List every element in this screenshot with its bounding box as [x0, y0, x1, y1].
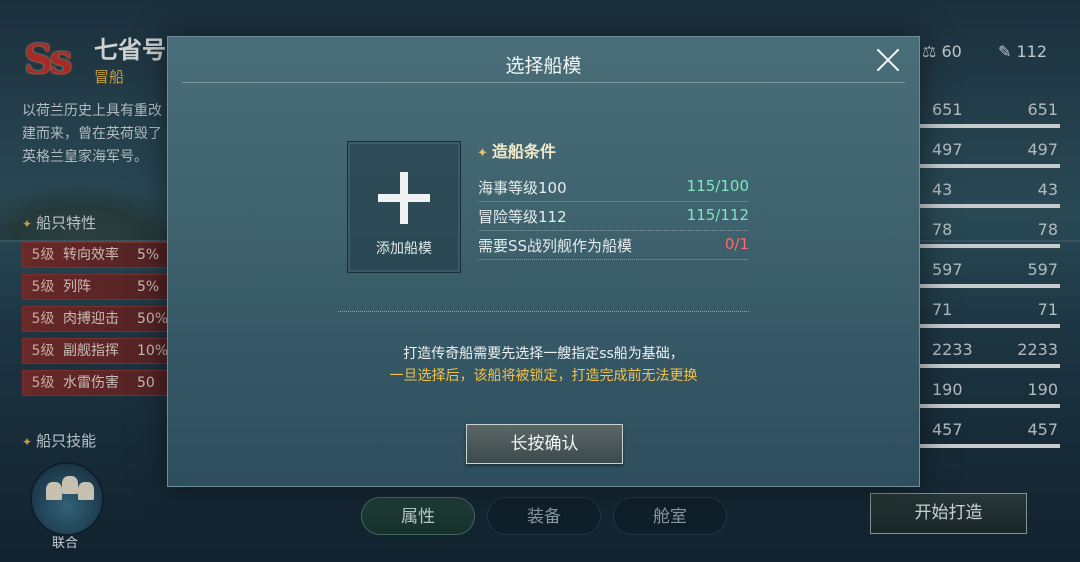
add-ship-model-slot[interactable]: 添加船模: [347, 141, 461, 273]
conditions-title: ✦ 造船条件: [477, 142, 556, 161]
section-divider: [338, 311, 749, 312]
condition-row: 需要SS战列舰作为船模 0/1: [478, 231, 749, 260]
condition-value: 115/100: [686, 177, 749, 195]
condition-label: 冒险等级112: [478, 208, 567, 226]
condition-value: 115/112: [686, 206, 749, 224]
title-divider: [182, 82, 905, 83]
warning-note: 一旦选择后，该船将被锁定，打造完成前无法更换: [389, 368, 698, 384]
condition-label: 海事等级100: [478, 179, 567, 197]
dialog-title: 选择船模: [505, 55, 582, 77]
add-ship-model-label: 添加船模: [376, 241, 432, 257]
condition-value: 0/1: [724, 235, 749, 253]
condition-row: 冒险等级112 115/112: [478, 202, 749, 231]
condition-label: 需要SS战列舰作为船模: [478, 237, 633, 255]
close-icon[interactable]: [873, 45, 903, 75]
condition-row: 海事等级100 115/100: [478, 173, 749, 202]
plus-icon: [378, 172, 430, 224]
long-press-confirm-button[interactable]: 长按确认: [466, 424, 623, 464]
info-note: 打造传奇船需要先选择一艘指定ss船为基础，: [403, 346, 684, 362]
select-ship-model-dialog: 选择船模 添加船模 ✦ 造船条件 海事等级100 115/100 冒险等级112 …: [167, 36, 920, 487]
star-icon: ✦: [477, 146, 488, 161]
